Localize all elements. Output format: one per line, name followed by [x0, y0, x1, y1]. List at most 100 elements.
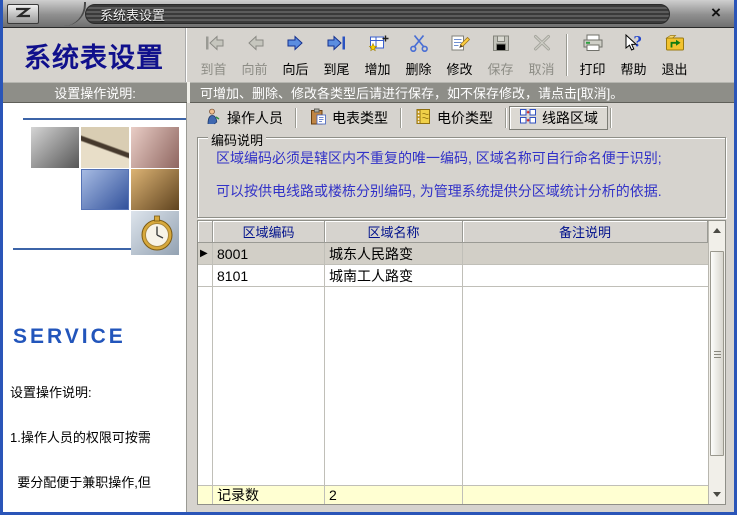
tab-bar: 操作人员 电表类型 [194, 105, 614, 131]
save-button[interactable]: 保存 [480, 31, 521, 79]
tab-label: 电表类型 [332, 108, 388, 128]
groupbox-legend: 编码说明 [208, 130, 266, 149]
main-panel: 操作人员 电表类型 [190, 103, 734, 512]
empty-cell [198, 287, 213, 485]
pen-photo [81, 127, 129, 168]
cell-region-name[interactable]: 城东人民路变 [325, 243, 463, 265]
line-region-icon [519, 108, 537, 128]
modify-edit-icon [448, 33, 472, 58]
titlebar-swoosh-decoration [40, 2, 86, 26]
pens-photo [131, 127, 179, 168]
divider [13, 248, 131, 250]
row-selector-header [198, 221, 213, 243]
region-grid: 区域编码 区域名称 备注说明 ▶ 8001 城东人民路变 8101 城南工人路变 [197, 220, 726, 505]
price-type-book-icon [414, 108, 432, 128]
pocket-watch-photo [131, 211, 179, 255]
close-button[interactable]: × [703, 2, 729, 24]
title-pill: 系统表设置 [85, 4, 670, 24]
system-table-settings-window: 系统表设置 × 系统表设置 到首 [0, 0, 737, 515]
toolbar-label: 取消 [528, 59, 554, 78]
cell-region-name[interactable]: 城南工人路变 [325, 265, 463, 287]
empty-cell [463, 287, 708, 485]
toolbar-separator [566, 34, 568, 76]
meter-type-clipboard-icon [309, 108, 327, 128]
prev-button[interactable]: 向前 [234, 31, 275, 79]
tab-separator [505, 108, 507, 128]
current-row-marker: ▶ [198, 243, 213, 265]
main-message-bar: 可增加、删除、修改各类型后请进行保存，如不保存修改，请点击[取消]。 [190, 82, 734, 103]
grid-row[interactable]: 8101 城南工人路变 [198, 265, 708, 287]
cell-note[interactable] [463, 243, 708, 265]
arrow-prev-icon [243, 33, 267, 58]
empty-cell [213, 287, 325, 485]
cancel-x-icon [530, 33, 554, 58]
cell-region-code[interactable]: 8101 [213, 265, 325, 287]
save-floppy-icon [489, 33, 513, 58]
toolbar-label: 到尾 [323, 59, 349, 78]
next-button[interactable]: 向后 [275, 31, 316, 79]
tab-label: 电价类型 [437, 108, 493, 128]
divider [23, 118, 187, 120]
add-record-icon [366, 33, 390, 58]
toolbar-label: 向前 [241, 59, 267, 78]
tab-separator [295, 108, 297, 128]
scrollbar-thumb[interactable] [710, 251, 724, 456]
coding-note-line: 区域编码必须是辖区内不重复的唯一编码, 区域名称可自行命名便于识别; [216, 148, 725, 168]
help-button[interactable]: ? 帮助 [613, 31, 654, 79]
column-header-note[interactable]: 备注说明 [463, 221, 708, 243]
cancel-button[interactable]: 取消 [521, 31, 562, 79]
arrow-next-icon [284, 33, 308, 58]
tab-meter-types[interactable]: 电表类型 [299, 106, 398, 130]
tab-operators[interactable]: 操作人员 [194, 106, 293, 130]
tab-price-types[interactable]: 电价类型 [404, 106, 503, 130]
print-icon [581, 33, 605, 58]
caption-row: 设置操作说明: 可增加、删除、修改各类型后请进行保存，如不保存修改，请点击[取消… [3, 82, 734, 103]
page-title-block: 系统表设置 [3, 28, 187, 82]
tab-label: 线路区域 [542, 108, 598, 128]
tab-separator [400, 108, 402, 128]
app-logo-icon [7, 4, 39, 24]
footer-selector-cell [198, 486, 213, 504]
instruction-line: 要分配便于兼职操作,但 [10, 475, 186, 490]
toolbar-label: 打印 [579, 59, 605, 78]
footer-empty-cell [463, 486, 708, 504]
record-count-row: 记录数 2 [198, 485, 708, 504]
page-title: 系统表设置 [24, 36, 164, 75]
last-button[interactable]: 到尾 [316, 31, 357, 79]
instruction-line: 1.操作人员的权限可按需 [10, 430, 186, 445]
toolbar-label: 增加 [364, 59, 390, 78]
modify-button[interactable]: 修改 [439, 31, 480, 79]
current-row-marker [198, 265, 213, 287]
coding-note-line: 可以按供电线路或楼栋分别编码, 为管理系统提供分区域统计分析的依据. [216, 181, 725, 201]
record-count-label: 记录数 [213, 486, 325, 504]
exit-button[interactable]: 退出 [654, 31, 695, 79]
toolbar-label: 删除 [405, 59, 431, 78]
cell-region-code[interactable]: 8001 [213, 243, 325, 265]
delete-button[interactable]: 删除 [398, 31, 439, 79]
scroll-up-arrow[interactable] [709, 223, 725, 238]
vertical-scrollbar[interactable] [708, 221, 725, 504]
toolbar-label: 退出 [661, 59, 687, 78]
add-button[interactable]: 增加 [357, 31, 398, 79]
column-header-region-name[interactable]: 区域名称 [325, 221, 463, 243]
toolbar-label: 修改 [446, 59, 472, 78]
tab-line-regions[interactable]: 线路区域 [509, 106, 608, 130]
toolbar-label: 到首 [200, 59, 226, 78]
grid-row[interactable]: ▶ 8001 城东人民路变 [198, 243, 708, 265]
instruction-line: 设置操作说明: [10, 385, 186, 400]
empty-cell [325, 287, 463, 485]
title-bar[interactable]: 系统表设置 × [0, 0, 737, 28]
operator-person-icon [204, 108, 222, 128]
column-header-region-code[interactable]: 区域编码 [213, 221, 325, 243]
first-button[interactable]: 到首 [193, 31, 234, 79]
print-button[interactable]: 打印 [572, 31, 613, 79]
grid-empty-area [198, 287, 708, 485]
tab-label: 操作人员 [227, 108, 283, 128]
tab-separator [610, 108, 612, 128]
sidebar: SERVICE 设置操作说明: 1.操作人员的权限可按需 要分配便于兼职操作,但… [3, 103, 187, 512]
metal-tools-photo [31, 127, 79, 168]
scroll-down-arrow[interactable] [709, 487, 725, 502]
sidebar-caption: 设置操作说明: [54, 83, 136, 102]
help-cursor-icon: ? [622, 33, 646, 58]
cell-note[interactable] [463, 265, 708, 287]
